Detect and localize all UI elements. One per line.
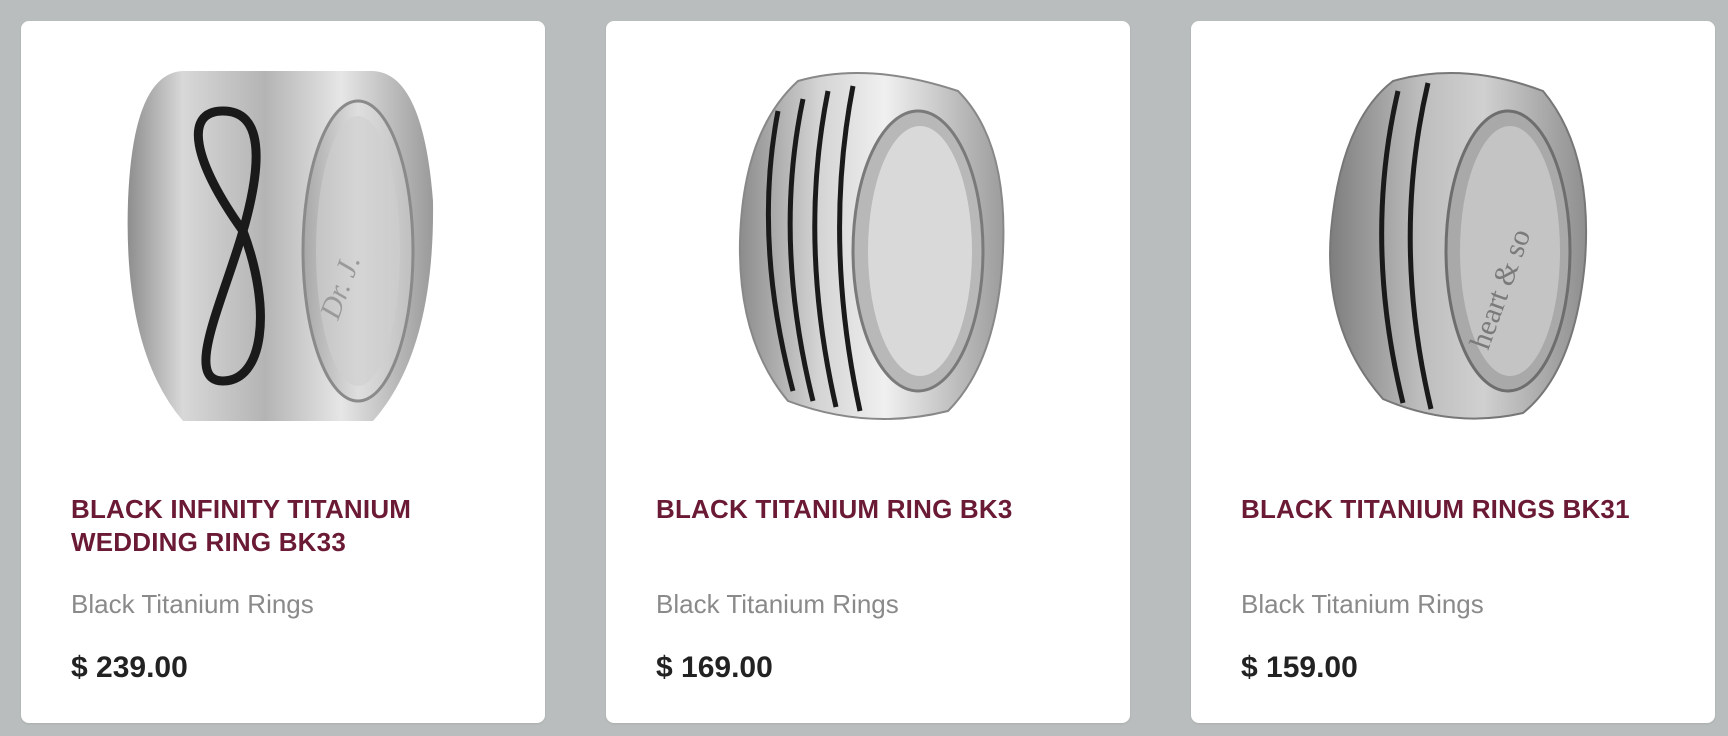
product-image-link[interactable]: heart & so <box>1191 31 1715 451</box>
product-category: Black Titanium Rings <box>71 589 314 619</box>
product-card[interactable]: heart & so BLACK TITANIUM RINGS BK31 Bla… <box>1191 21 1715 723</box>
striped-titanium-ring-image <box>738 72 1005 420</box>
product-price: $ 169.00 <box>656 651 773 684</box>
product-image-link[interactable] <box>606 31 1130 451</box>
product-price: $ 159.00 <box>1241 651 1358 684</box>
product-card[interactable]: Dr. J. BLACK INFINITY TITANIUM WEDDING R… <box>21 21 545 723</box>
infinity-titanium-ring-image: Dr. J. <box>127 71 434 421</box>
product-category: Black Titanium Rings <box>656 589 899 619</box>
dome-titanium-ring-image: heart & so <box>1329 72 1588 420</box>
product-card[interactable]: BLACK TITANIUM RING BK3 Black Titanium R… <box>606 21 1130 723</box>
product-grid: Dr. J. BLACK INFINITY TITANIUM WEDDING R… <box>0 0 1728 736</box>
product-title-link[interactable]: BLACK TITANIUM RINGS BK31 <box>1241 493 1681 526</box>
product-category: Black Titanium Rings <box>1241 589 1484 619</box>
product-title-link[interactable]: BLACK TITANIUM RING BK3 <box>656 493 1096 526</box>
product-price: $ 239.00 <box>71 651 188 684</box>
product-image-link[interactable]: Dr. J. <box>21 31 545 451</box>
product-title-link[interactable]: BLACK INFINITY TITANIUM WEDDING RING BK3… <box>71 493 511 559</box>
